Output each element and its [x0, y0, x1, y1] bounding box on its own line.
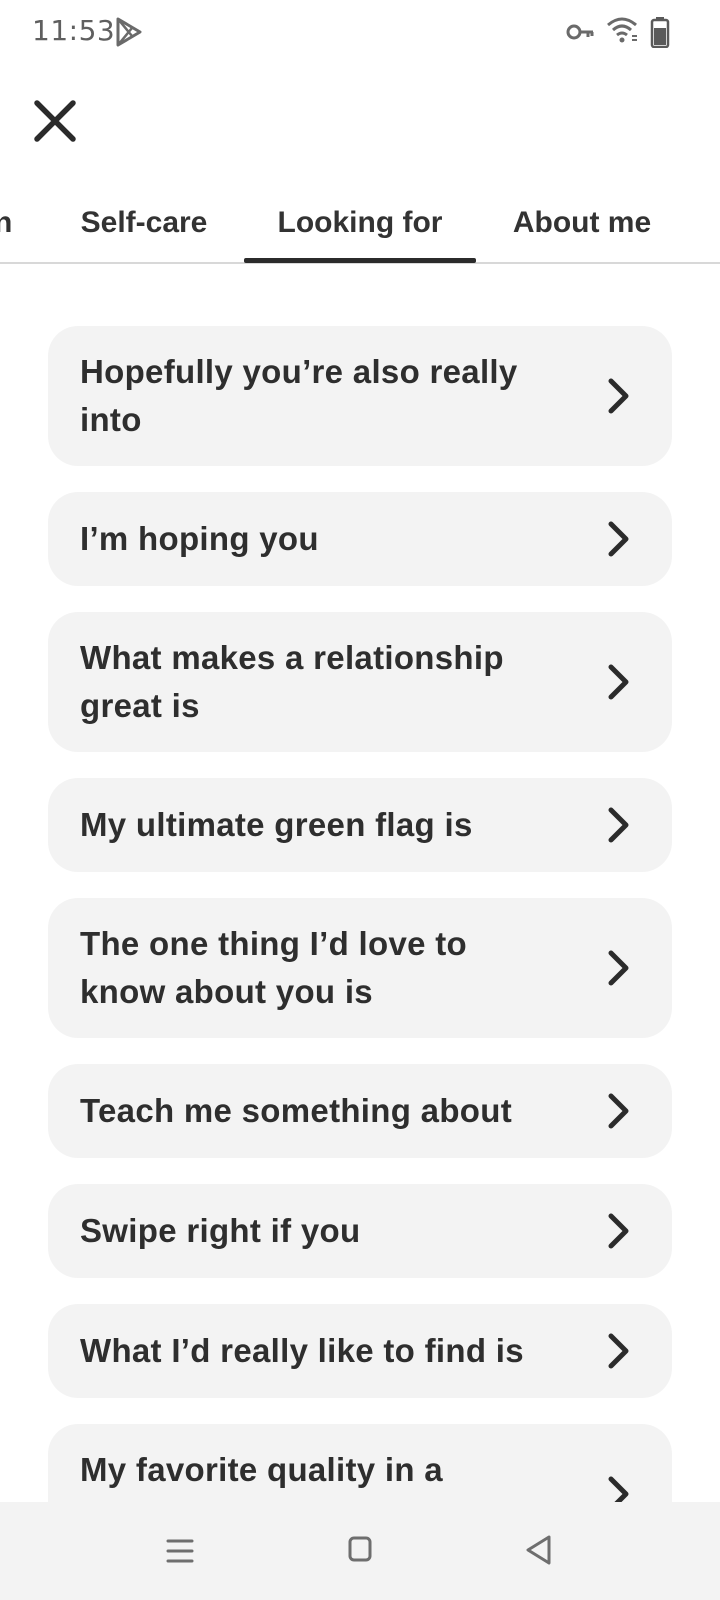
- prompt-label: I’m hoping you: [80, 520, 319, 557]
- status-bar: 11:53: [0, 0, 720, 66]
- vpn-key-icon: [566, 24, 594, 40]
- chevron-right-icon: [608, 1476, 629, 1502]
- tab-about-me[interactable]: About me: [492, 182, 672, 264]
- home-icon[interactable]: [348, 1536, 372, 1562]
- system-navigation-bar: [0, 1502, 720, 1600]
- back-icon[interactable]: [524, 1534, 552, 1566]
- prompt-label: The one thing I’d love to know about you…: [80, 925, 467, 1010]
- chevron-right-icon: [608, 1333, 629, 1369]
- chevron-right-icon: [608, 1213, 629, 1249]
- prompt-item-relationship-great[interactable]: What makes a relationship great is: [48, 612, 672, 752]
- prompt-item-swipe-right[interactable]: Swipe right if you: [48, 1184, 672, 1278]
- selected-tab-indicator: [244, 258, 476, 263]
- wifi-icon: [607, 17, 637, 43]
- chevron-right-icon: [608, 1093, 629, 1129]
- prompt-item-hopefully-also-into[interactable]: Hopefully you’re also really into: [48, 326, 672, 466]
- chevron-right-icon: [608, 950, 629, 986]
- chevron-right-icon: [608, 807, 629, 843]
- prompt-item-green-flag[interactable]: My ultimate green flag is: [48, 778, 672, 872]
- chevron-right-icon: [608, 378, 629, 414]
- prompt-item-favorite-quality[interactable]: My favorite quality in a person is: [48, 1424, 672, 1502]
- prompt-label: What makes a relationship great is: [80, 639, 504, 724]
- prompt-label: Swipe right if you: [80, 1212, 361, 1249]
- prompt-label: Teach me something about: [80, 1092, 512, 1129]
- tab-self-care[interactable]: Self-care: [56, 182, 232, 264]
- prompt-label: My ultimate green flag is: [80, 806, 473, 843]
- play-store-icon: [116, 17, 142, 47]
- close-button[interactable]: [30, 96, 80, 146]
- close-icon: [34, 100, 76, 142]
- prompt-item-im-hoping-you[interactable]: I’m hoping you: [48, 492, 672, 586]
- prompt-item-like-to-find[interactable]: What I’d really like to find is: [48, 1304, 672, 1398]
- prompt-label: Hopefully you’re also really into: [80, 353, 518, 438]
- category-tabs: n Self-care Looking for About me: [0, 182, 720, 264]
- chevron-right-icon: [608, 664, 629, 700]
- prompt-item-one-thing-to-know[interactable]: The one thing I’d love to know about you…: [48, 898, 672, 1038]
- prompt-item-teach-me[interactable]: Teach me something about: [48, 1064, 672, 1158]
- battery-icon: [650, 17, 670, 48]
- status-time: 11:53: [32, 14, 116, 47]
- recent-apps-icon[interactable]: [166, 1538, 194, 1564]
- prompt-label: My favorite quality in a person is: [80, 1451, 443, 1502]
- tab-looking-for[interactable]: Looking for: [244, 182, 476, 264]
- tab-partial[interactable]: n: [0, 182, 14, 264]
- chevron-right-icon: [608, 521, 629, 557]
- prompt-list: Hopefully you’re also really into I’m ho…: [48, 326, 672, 1502]
- prompt-label: What I’d really like to find is: [80, 1332, 524, 1369]
